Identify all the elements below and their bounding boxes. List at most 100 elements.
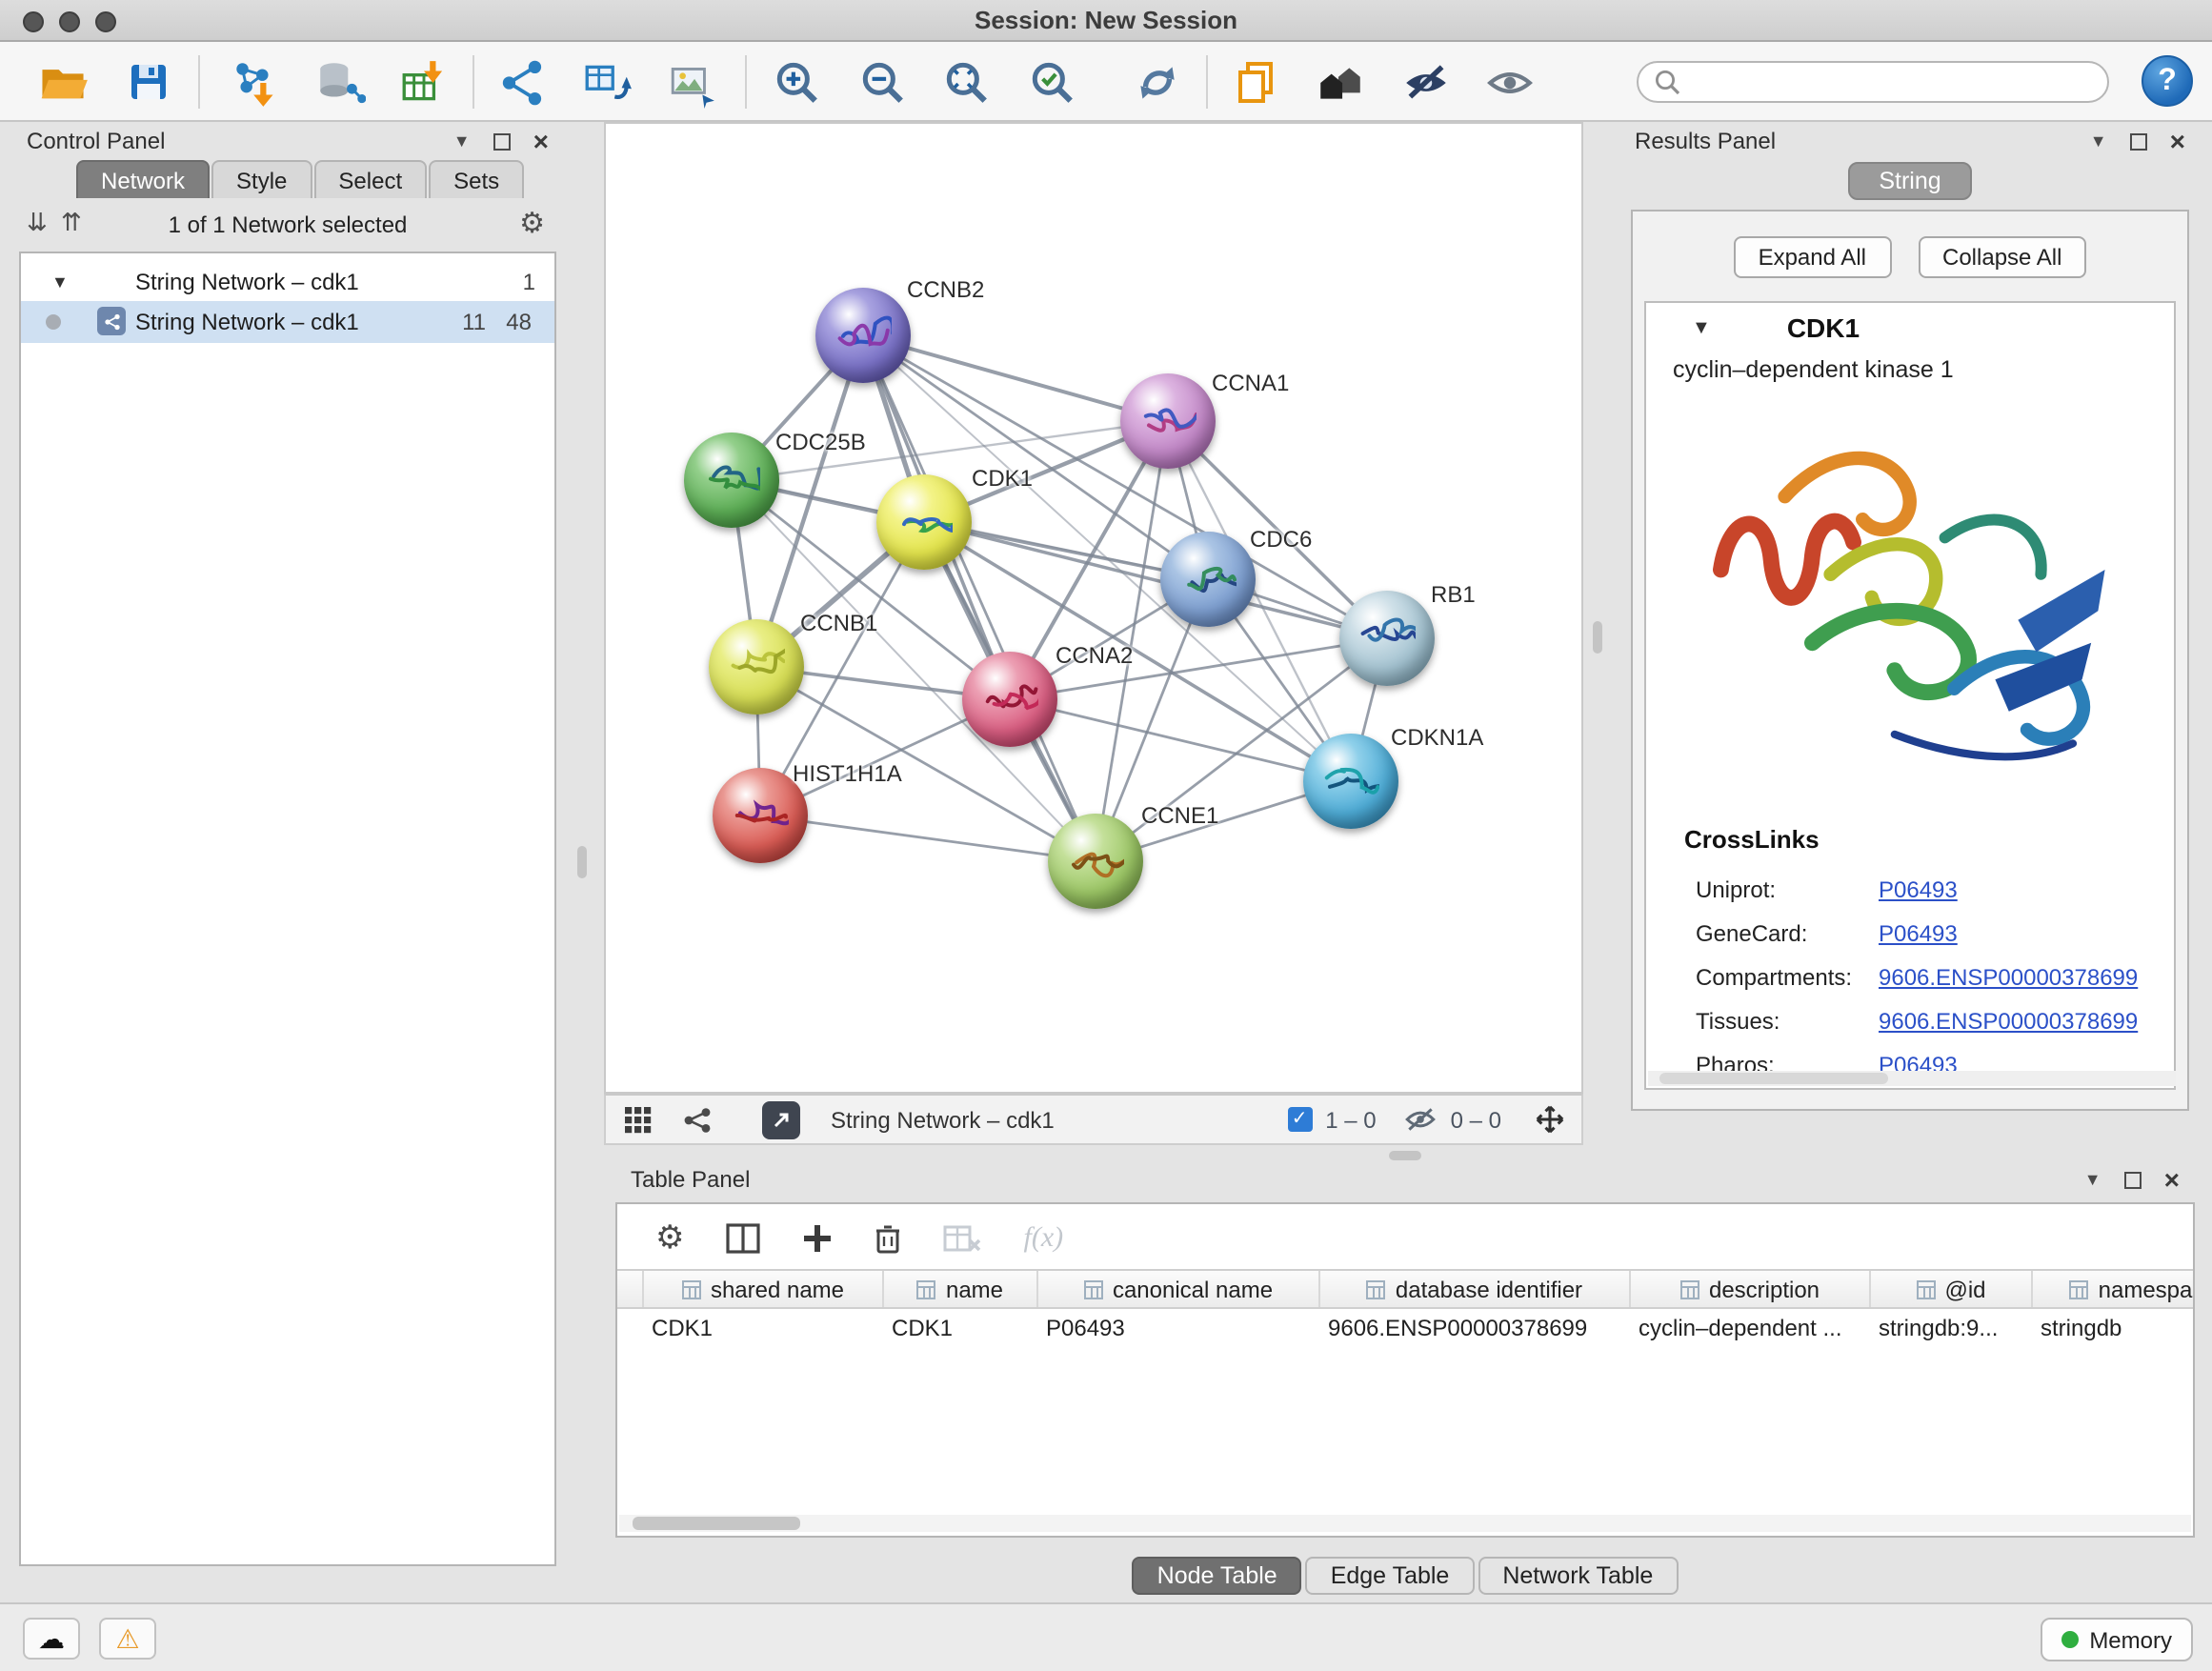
tab-select[interactable]: Select bbox=[313, 160, 427, 198]
zoom-out-button[interactable] bbox=[850, 51, 915, 112]
clone-network-button[interactable] bbox=[490, 51, 554, 112]
column-header-shared-name[interactable]: shared name bbox=[644, 1271, 884, 1307]
refresh-icon bbox=[1131, 56, 1182, 108]
tab-sets[interactable]: Sets bbox=[429, 160, 524, 198]
export-image-button[interactable] bbox=[659, 51, 724, 112]
network-edge[interactable] bbox=[924, 522, 1387, 638]
network-node-CDK1[interactable] bbox=[876, 474, 972, 570]
column-header-name[interactable]: name bbox=[884, 1271, 1038, 1307]
panel-close-icon[interactable]: × bbox=[533, 132, 549, 150]
table-cell[interactable]: CDK1 bbox=[884, 1309, 1038, 1347]
collapse-all-button[interactable]: Collapse All bbox=[1918, 236, 2086, 278]
network-node-CDKN1A[interactable] bbox=[1303, 734, 1398, 829]
crosslink-value-link[interactable]: P06493 bbox=[1879, 919, 1958, 946]
network-options-gear-icon[interactable]: ⚙ bbox=[519, 206, 545, 240]
gene-section-header[interactable]: ▼ CDK1 bbox=[1646, 303, 2174, 352]
expand-all-button[interactable]: Expand All bbox=[1734, 236, 1891, 278]
network-node-RB1[interactable] bbox=[1339, 591, 1435, 686]
network-node-CCNB1[interactable] bbox=[709, 619, 804, 715]
tab-node-table[interactable]: Node Table bbox=[1133, 1557, 1302, 1595]
zoom-selected-icon bbox=[1026, 56, 1077, 108]
section-disclosure-icon[interactable]: ▼ bbox=[1692, 317, 1711, 338]
save-session-button[interactable] bbox=[116, 51, 181, 112]
tab-style[interactable]: Style bbox=[211, 160, 312, 198]
network-node-CDC25B[interactable] bbox=[684, 433, 779, 528]
panel-float-icon[interactable] bbox=[2124, 1171, 2142, 1188]
zoom-selected-button[interactable] bbox=[1019, 51, 1084, 112]
results-tab-string[interactable]: String bbox=[1848, 162, 1971, 200]
tab-network[interactable]: Network bbox=[76, 160, 210, 198]
table-settings-gear-icon[interactable]: ⚙ bbox=[655, 1219, 685, 1258]
show-columns-icon[interactable] bbox=[727, 1219, 761, 1258]
panel-close-icon[interactable]: × bbox=[2164, 1171, 2180, 1188]
open-session-button[interactable] bbox=[30, 51, 95, 112]
table-hscroll-thumb[interactable] bbox=[633, 1517, 800, 1530]
zoom-in-button[interactable] bbox=[764, 51, 829, 112]
panel-float-icon[interactable] bbox=[493, 132, 511, 150]
table-cell[interactable]: CDK1 bbox=[644, 1309, 884, 1347]
network-node-CDC6[interactable] bbox=[1160, 532, 1256, 627]
eye-icon bbox=[1483, 56, 1535, 108]
table-cell[interactable]: P06493 bbox=[1038, 1309, 1320, 1347]
search-input[interactable] bbox=[1690, 69, 2092, 95]
network-node-CCNA2[interactable] bbox=[962, 652, 1057, 747]
table-cell[interactable]: stringdb bbox=[2033, 1309, 2193, 1347]
add-column-plus-icon[interactable] bbox=[803, 1219, 834, 1258]
home-layout-button[interactable] bbox=[1307, 51, 1372, 112]
crosslink-value-link[interactable]: 9606.ENSP00000378699 bbox=[1879, 1007, 2138, 1034]
tab-edge-table[interactable]: Edge Table bbox=[1306, 1557, 1475, 1595]
column-header-namespac[interactable]: namespac bbox=[2033, 1271, 2193, 1307]
bottom-splitter-handle[interactable] bbox=[1389, 1151, 1421, 1160]
memory-button[interactable]: Memory bbox=[2040, 1618, 2193, 1661]
copy-button[interactable] bbox=[1223, 51, 1288, 112]
column-header-canonical-name[interactable]: canonical name bbox=[1038, 1271, 1320, 1307]
network-collection-row[interactable]: ▼ String Network – cdk1 1 bbox=[21, 261, 554, 301]
network-row-selected[interactable]: String Network – cdk1 11 48 bbox=[21, 301, 554, 343]
delete-column-trash-icon[interactable] bbox=[875, 1219, 902, 1258]
table-cell[interactable]: cyclin–dependent ... bbox=[1631, 1309, 1871, 1347]
tab-network-table[interactable]: Network Table bbox=[1478, 1557, 1678, 1595]
help-button[interactable]: ? bbox=[2142, 55, 2193, 107]
crosslink-value-link[interactable]: P06493 bbox=[1879, 876, 1958, 902]
protein-thumbnail-icon bbox=[732, 791, 789, 840]
network-edge[interactable] bbox=[1010, 699, 1351, 781]
collection-disclosure-icon[interactable]: ▼ bbox=[51, 272, 69, 291]
import-table-from-file-button[interactable] bbox=[391, 51, 455, 112]
panel-menu-icon[interactable]: ▼ bbox=[2084, 1170, 2101, 1189]
network-node-CCNE1[interactable] bbox=[1048, 814, 1143, 909]
column-header-description[interactable]: description bbox=[1631, 1271, 1871, 1307]
panel-menu-icon[interactable]: ▼ bbox=[453, 131, 471, 151]
network-node-CCNB2[interactable] bbox=[815, 288, 911, 383]
import-network-from-file-button[interactable] bbox=[221, 51, 286, 112]
warning-status-button[interactable]: ⚠ bbox=[99, 1618, 156, 1660]
hide-graphics-details-button[interactable] bbox=[1393, 51, 1458, 112]
selection-checkbox[interactable]: ✓ bbox=[1287, 1107, 1312, 1132]
network-edge[interactable] bbox=[760, 815, 1096, 861]
table-cell[interactable]: 9606.ENSP00000378699 bbox=[1320, 1309, 1631, 1347]
function-builder-icon-disabled[interactable]: f(x) bbox=[1024, 1219, 1064, 1258]
refresh-view-button[interactable] bbox=[1124, 51, 1189, 112]
cloud-status-button[interactable]: ☁ bbox=[23, 1618, 80, 1660]
crosslink-value-link[interactable]: 9606.ENSP00000378699 bbox=[1879, 963, 2138, 990]
table-row[interactable]: CDK1CDK1P064939606.ENSP00000378699cyclin… bbox=[617, 1309, 2193, 1347]
network-node-CCNA1[interactable] bbox=[1120, 373, 1216, 469]
birds-eye-grid-icon[interactable] bbox=[625, 1106, 652, 1133]
zoom-fit-button[interactable] bbox=[934, 51, 998, 112]
delete-table-icon-disabled[interactable] bbox=[944, 1219, 982, 1258]
right-splitter-handle[interactable] bbox=[1593, 621, 1602, 654]
column-header-database-identifier[interactable]: database identifier bbox=[1320, 1271, 1631, 1307]
network-share-icon[interactable] bbox=[682, 1106, 713, 1133]
panel-menu-icon[interactable]: ▼ bbox=[2090, 131, 2107, 151]
column-header-@id[interactable]: @id bbox=[1871, 1271, 2033, 1307]
open-view-in-window-button[interactable] bbox=[762, 1100, 800, 1138]
pan-move-icon[interactable] bbox=[1534, 1103, 1566, 1136]
import-network-from-database-button[interactable] bbox=[307, 51, 372, 112]
panel-close-icon[interactable]: × bbox=[2170, 132, 2185, 150]
results-hscroll-thumb[interactable] bbox=[1659, 1073, 1888, 1084]
left-splitter-handle[interactable] bbox=[577, 846, 587, 878]
show-graphics-details-button[interactable] bbox=[1477, 51, 1541, 112]
panel-float-icon[interactable] bbox=[2130, 132, 2147, 150]
table-cell[interactable]: stringdb:9... bbox=[1871, 1309, 2033, 1347]
network-from-table-button[interactable] bbox=[573, 51, 638, 112]
network-canvas[interactable]: CCNB2CCNA1CDC25BCDK1CDC6RB1CCNB1CCNA2CDK… bbox=[604, 122, 1583, 1094]
